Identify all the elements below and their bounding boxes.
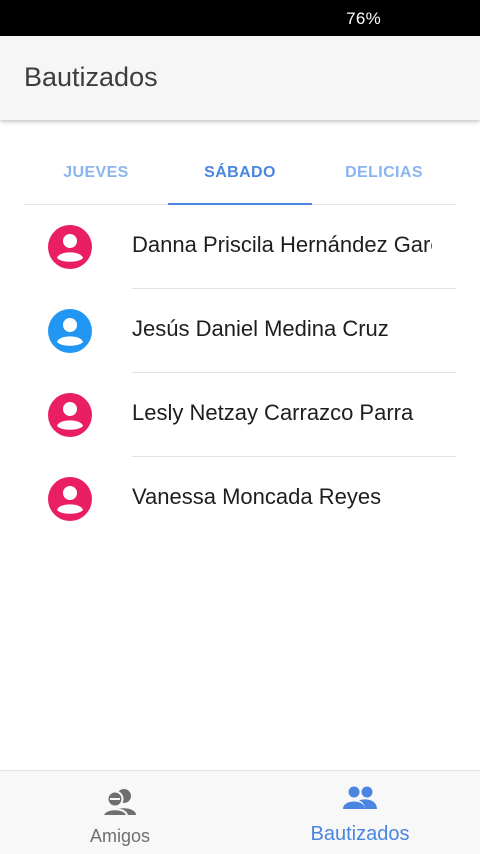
tab-sabado[interactable]: SÁBADO	[168, 142, 312, 205]
people-icon	[343, 786, 377, 809]
person-name: Danna Priscila Hernández García	[132, 232, 432, 257]
nav-bautizados-label: Bautizados	[310, 823, 410, 845]
tab-delicias[interactable]: DELICIAS	[312, 142, 456, 204]
nav-bautizados[interactable]: Bautizados	[240, 771, 480, 854]
list-item[interactable]: Danna Priscila Hernández García	[0, 205, 480, 289]
bottom-navigation: Amigos Bautizados	[0, 770, 480, 854]
person-name: Jesús Daniel Medina Cruz	[132, 316, 389, 341]
battery-level: 76%	[346, 9, 381, 28]
nav-amigos[interactable]: Amigos	[0, 771, 240, 854]
person-icon	[48, 477, 92, 521]
person-name: Vanessa Moncada Reyes	[132, 484, 382, 509]
person-icon	[48, 309, 92, 353]
person-name: Lesly Netzay Carrazco Parra	[132, 400, 414, 425]
list-item[interactable]: Jesús Daniel Medina Cruz	[0, 289, 480, 373]
list-item[interactable]: Vanessa Moncada Reyes	[0, 457, 480, 541]
person-icon	[48, 225, 92, 269]
list-item[interactable]: Lesly Netzay Carrazco Parra	[0, 373, 480, 457]
app-bar: Bautizados	[0, 36, 480, 120]
status-bar: 76%	[0, 0, 480, 36]
tab-bar: JUEVES SÁBADO DELICIAS	[24, 142, 456, 205]
friends-icon	[103, 789, 136, 817]
people-list: Danna Priscila Hernández García Jesús Da…	[0, 205, 480, 541]
page-title: Bautizados	[24, 62, 158, 92]
person-icon	[48, 393, 92, 437]
tab-jueves[interactable]: JUEVES	[24, 142, 168, 204]
nav-amigos-label: Amigos	[89, 826, 151, 846]
